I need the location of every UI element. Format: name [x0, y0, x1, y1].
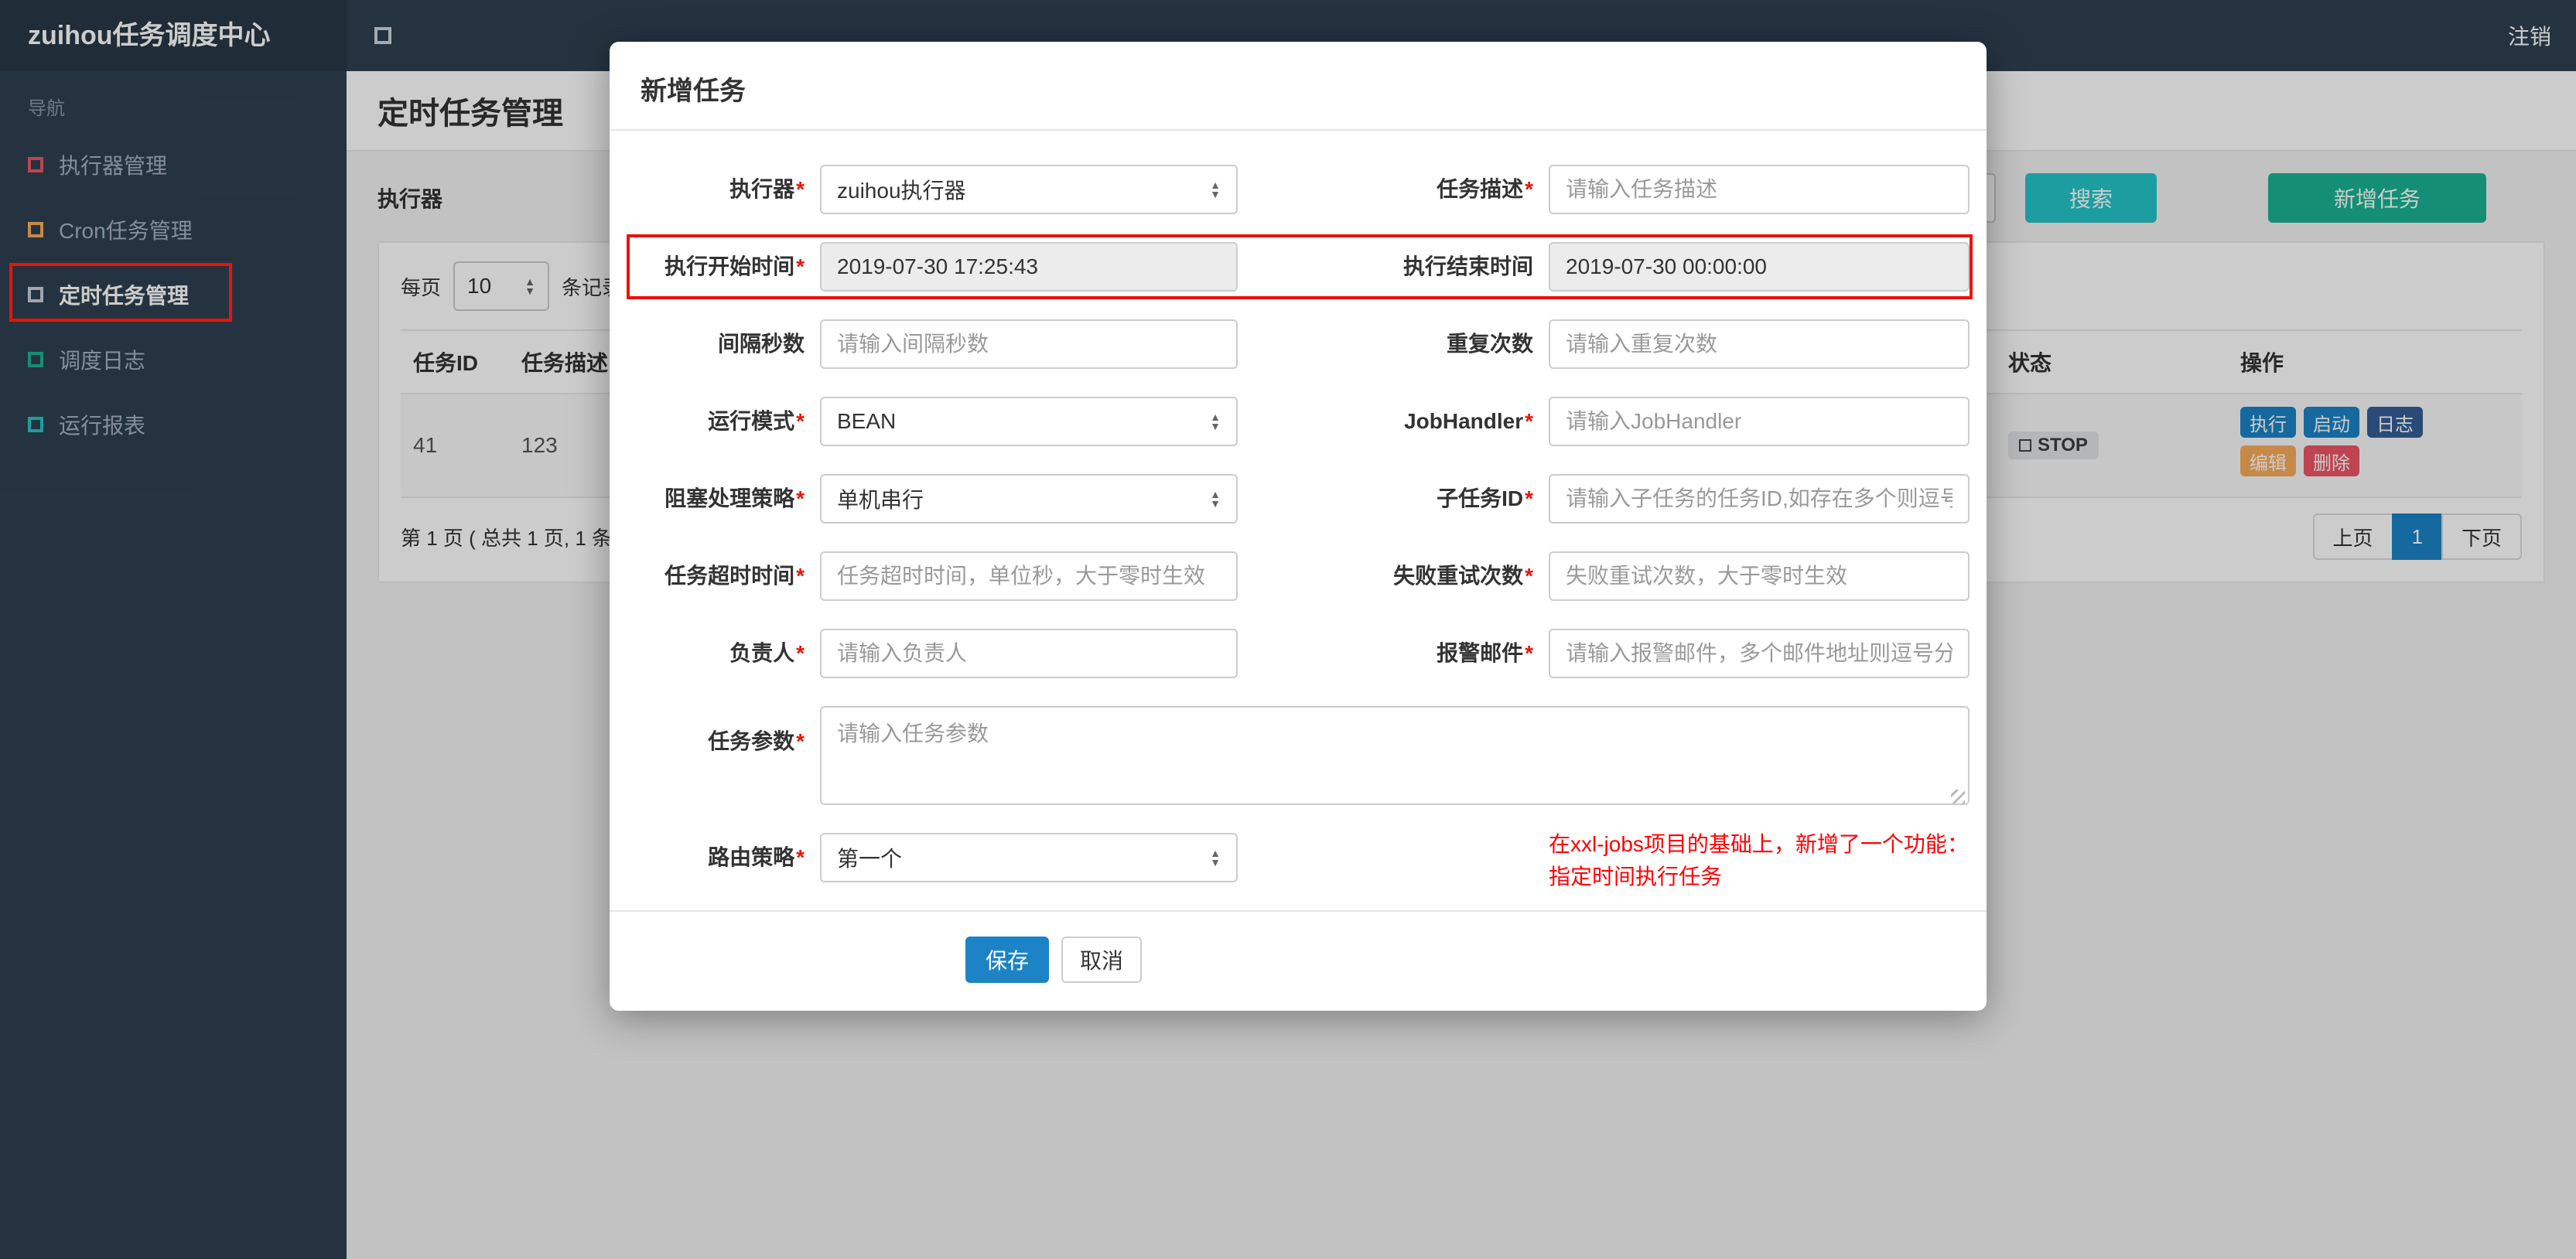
- field-label: JobHandler *: [1404, 409, 1533, 433]
- jobhandler-input[interactable]: [1549, 397, 1970, 446]
- form-row: 运行模式 * BEAN ▲ ▼ JobHandler *: [631, 397, 1971, 446]
- start-time-input[interactable]: [820, 242, 1238, 292]
- select-arrows-icon: ▲▼: [1210, 488, 1221, 510]
- job-desc-input[interactable]: [1549, 165, 1970, 214]
- modal-footer: 保存 取消: [610, 910, 1987, 1011]
- child-job-id-input[interactable]: [1549, 474, 1970, 524]
- field-label: 子任务ID *: [1437, 486, 1533, 510]
- form-row: 任务参数 *: [631, 706, 1971, 805]
- repeat-count-input[interactable]: [1549, 319, 1970, 369]
- form-row: 任务超时时间* 失败重试次数*: [631, 551, 1971, 601]
- field-label: 失败重试次数 *: [1393, 564, 1533, 588]
- field-label: 负责人 *: [729, 641, 805, 665]
- field-label: 路由策略 *: [708, 845, 805, 869]
- select-arrows-icon: ▲▼: [1210, 847, 1221, 868]
- executor-select[interactable]: zuihou执行器 ▲ ▼: [820, 165, 1238, 214]
- field-label: 执行结束时间: [1402, 254, 1533, 278]
- modal-red-note: 在xxl-jobs项目的基础上，新增了一个功能： 指定时间执行任务: [1549, 832, 1969, 889]
- field-label: 间隔秒数: [717, 332, 805, 356]
- route-strategy-select[interactable]: 第一个 ▲ ▼: [820, 833, 1238, 882]
- task-params-textarea[interactable]: [820, 706, 1970, 805]
- select-arrows-icon: ▲▼: [1210, 411, 1221, 432]
- interval-seconds-input[interactable]: [820, 319, 1238, 369]
- field-label: 阻塞处理策略 *: [664, 486, 805, 510]
- end-time-input[interactable]: [1549, 242, 1970, 292]
- run-mode-select[interactable]: BEAN ▲ ▼: [820, 397, 1238, 446]
- form-row: 阻塞处理策略 * 单机串行 ▲ ▼ 子任务ID *: [631, 474, 1971, 524]
- form-row: 执行开始时间* 执行结束时间: [627, 234, 1973, 299]
- modal-form: 执行器* zuihou执行器▲▼ 任务描述* 执行开始时间* 执行结束时间间隔秒数 重复次…: [610, 131, 1987, 889]
- fail-retry-input[interactable]: [1549, 551, 1970, 601]
- add-task-modal: 新增任务 执行器* zuihou执行器▲▼ 任务描述* 执行开始时间* 执行结束时间间隔…: [610, 42, 1987, 1011]
- modal-title: 新增任务: [610, 42, 1987, 131]
- cancel-button[interactable]: 取消: [1061, 937, 1143, 983]
- owner-input[interactable]: [820, 629, 1238, 678]
- field-label: 任务超时时间 *: [664, 564, 805, 588]
- form-row: 路由策略 * 第一个 ▲ ▼ 在xxl-jobs项目的基础上，新增了一个功能： 指定时间执行…: [631, 832, 1971, 889]
- field-label: 执行器 *: [729, 177, 805, 201]
- save-button[interactable]: 保存: [965, 937, 1050, 983]
- field-label: 任务参数 *: [708, 729, 805, 753]
- field-label: 运行模式 *: [708, 409, 805, 433]
- form-row: 执行器 * zuihou执行器 ▲ ▼ 任务描述 *: [631, 165, 1971, 214]
- alarm-email-input[interactable]: [1549, 629, 1970, 678]
- field-label: 重复次数: [1446, 332, 1533, 356]
- field-label: 报警邮件 *: [1437, 641, 1533, 665]
- form-row: 负责人* 报警邮件*: [631, 629, 1971, 678]
- timeout-input[interactable]: [820, 551, 1238, 601]
- field-label: 任务描述 *: [1437, 177, 1533, 201]
- select-arrows-icon: ▲▼: [1210, 179, 1221, 200]
- field-label: 执行开始时间 *: [664, 254, 805, 278]
- block-strategy-select[interactable]: 单机串行 ▲ ▼: [820, 474, 1238, 524]
- form-row: 间隔秒数 重复次数: [631, 319, 1971, 369]
